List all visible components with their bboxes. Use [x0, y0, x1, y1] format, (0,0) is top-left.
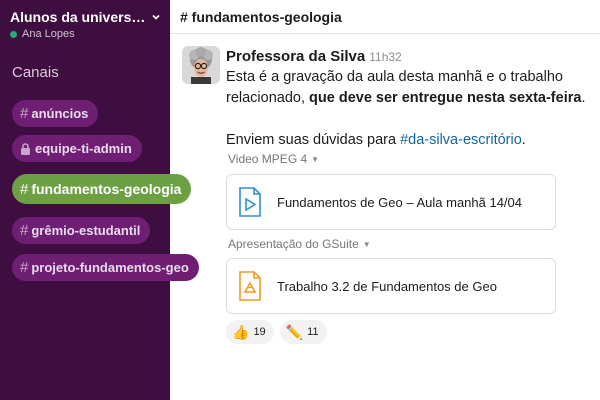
message-text: Enviem suas dúvidas para	[226, 132, 401, 148]
hash-icon: #	[20, 222, 29, 239]
reaction-thumbs-up[interactable]: 👍 19	[226, 320, 274, 344]
thumbs-up-icon: 👍	[232, 323, 250, 340]
video-file-icon	[237, 187, 263, 217]
sidebar: Alunos da universidade Ana Lopes Canais …	[0, 0, 199, 400]
presence-icon	[10, 30, 17, 38]
attachment-type-text: Apresentação do GSuite	[228, 237, 359, 251]
avatar-image	[182, 46, 220, 84]
attachment-type-label[interactable]: Video MPEG 4 ▼	[228, 152, 319, 166]
message-line: Esta é a gravação da aula desta manhã e …	[226, 69, 563, 85]
message-body: Esta é a gravação da aula desta manhã e …	[226, 67, 592, 151]
avatar[interactable]	[182, 46, 220, 84]
sidebar-item-anuncios[interactable]: # anúncios	[12, 100, 99, 127]
current-user: Ana Lopes	[10, 28, 165, 40]
reaction-pencil[interactable]: ✏️ 11	[279, 320, 327, 344]
sidebar-item-equipe-ti-admin[interactable]: equipe-ti-admin	[12, 135, 142, 162]
user-name: Ana Lopes	[22, 28, 75, 40]
attachment-title[interactable]: Fundamentos de Geo – Aula manhã 14/04	[277, 195, 522, 210]
lock-icon	[20, 142, 31, 155]
channel-header: # fundamentos-geologia	[170, 0, 600, 34]
channel-label: fundamentos-geologia	[31, 181, 182, 197]
sidebar-item-fundamentos-geologia[interactable]: # fundamentos-geologia	[12, 174, 192, 204]
workspace-name[interactable]: Alunos da universidade	[10, 9, 148, 25]
channels-section-label[interactable]: Canais	[12, 64, 59, 81]
channel-label: grêmio-estudantil	[31, 223, 141, 238]
message: Professora da Silva 11h32 Esta é a gravaç…	[226, 48, 592, 151]
message-text: relacionado,	[226, 90, 310, 106]
message-bold-text: que deve ser entregue nesta sexta-feira	[309, 90, 582, 106]
slides-file-icon	[237, 271, 263, 301]
channel-title[interactable]: # fundamentos-geologia	[180, 9, 342, 25]
sidebar-item-gremio-estudantil[interactable]: # grêmio-estudantil	[12, 217, 151, 244]
message-line: Enviem suas dúvidas para #da-silva-escri…	[226, 130, 592, 151]
caret-down-icon[interactable]: ▼	[311, 155, 319, 164]
attachment-presentation[interactable]: Trabalho 3.2 de Fundamentos de Geo	[226, 258, 556, 314]
message-pane: # fundamentos-geologia Professora da Sil…	[170, 0, 600, 400]
attachment-type-label[interactable]: Apresentação do GSuite ▼	[228, 237, 371, 251]
pencil-icon: ✏️	[285, 323, 304, 340]
message-time[interactable]: 11h32	[369, 50, 401, 64]
chevron-down-icon[interactable]	[151, 12, 161, 22]
message-line: relacionado, que deve ser entregue nesta…	[226, 88, 592, 109]
channel-label: anúncios	[31, 106, 89, 121]
message-text: .	[521, 132, 526, 148]
hash-icon: #	[20, 180, 29, 198]
channel-label: equipe-ti-admin	[35, 141, 132, 156]
attachment-type-text: Video MPEG 4	[228, 152, 308, 166]
channel-label: projeto-fundamentos-geo	[31, 260, 189, 275]
reactions: 👍 19 ✏️ 11	[226, 320, 327, 344]
caret-down-icon[interactable]: ▼	[363, 240, 371, 249]
attachment-video[interactable]: Fundamentos de Geo – Aula manhã 14/04	[226, 174, 556, 230]
channel-link[interactable]: #da-silva-escritório	[400, 132, 522, 148]
message-header: Professora da Silva 11h32	[226, 48, 592, 65]
reaction-count: 19	[253, 326, 266, 338]
reaction-count: 11	[307, 326, 319, 338]
workspace-switcher[interactable]: Alunos da universidade Ana Lopes	[10, 8, 165, 40]
message-author[interactable]: Professora da Silva	[226, 48, 365, 65]
message-text: .	[581, 90, 586, 106]
attachment-title[interactable]: Trabalho 3.2 de Fundamentos de Geo	[277, 279, 497, 294]
hash-icon: #	[20, 259, 29, 276]
hash-icon: #	[20, 105, 29, 122]
